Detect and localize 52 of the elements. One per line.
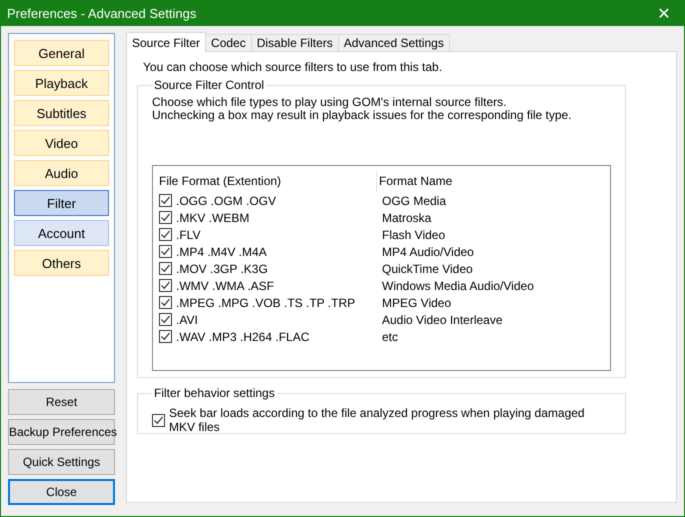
checkbox-label: Seek bar loads according to the file analyzed progress when playing damaged MKV files [169,406,586,434]
action-button[interactable]: Close [8,479,115,505]
checkbox[interactable] [159,211,172,224]
format-name-cell-text: Flash Video [381,228,446,242]
format-name-cell-text: Windows Media Audio/Video [381,278,534,292]
checkbox[interactable] [159,262,172,275]
description-text: Unchecking a box may result in playback issues for the corresponding file type. [152,109,573,122]
sidebar-item[interactable]: Subtitles [14,100,109,126]
intro-text: You can choose which source filters to use from this tab. [143,60,444,74]
format-cell: .FLV [176,228,200,242]
group-title: Filter behavior settings [153,386,276,400]
format-cell: .MKV .WEBM [176,210,250,224]
format-name-cell-text: OGG Media [381,194,446,208]
sidebar-item[interactable]: Playback [14,70,109,96]
group-title: Source Filter Control [153,78,266,92]
tab[interactable]: Source Filter [126,32,206,52]
column-header: File Format (Extention) [159,174,282,188]
format-name-cell-text: QuickTime Video [381,262,473,276]
action-button[interactable]: Quick Settings [8,449,115,475]
tab[interactable]: Advanced Settings [338,34,450,51]
checkbox[interactable] [159,279,172,292]
sidebar-item[interactable]: Video [14,130,109,156]
sidebar-item[interactable]: Account [14,220,109,246]
format-cell: .WAV .MP3 .H264 .FLAC [176,330,310,344]
sidebar-item[interactable]: Others [14,250,109,276]
format-name-cell-text: etc [381,330,398,344]
window-title: Preferences - Advanced Settings [7,6,196,20]
sidebar-item[interactable]: General [14,40,109,66]
format-cell: .OGG .OGM .OGV [176,194,276,208]
format-cell: .MOV .3GP .K3G [176,262,268,276]
close-button[interactable]: ✕ [644,0,684,26]
action-button[interactable]: Reset [8,389,115,415]
format-name-cell-text: MP4 Audio/Video [381,244,474,258]
action-button[interactable]: Backup Preferences [8,419,115,445]
checkbox[interactable] [159,194,172,207]
sidebar-item[interactable]: Filter [14,190,109,216]
format-cell: .WMV .WMA .ASF [176,278,274,292]
format-cell: .AVI [176,312,198,326]
description-text: Choose which file types to play using GOM's internal source filters. [152,96,508,109]
checkbox[interactable] [159,228,172,241]
column-header: Format Name [376,170,452,192]
checkbox[interactable] [152,414,165,426]
checkbox[interactable] [159,330,172,343]
format-cell: .MP4 .M4V .M4A [176,244,267,258]
format-cell: .MPEG .MPG .VOB .TS .TP .TRP [176,296,356,310]
format-name-cell-text: MPEG Video [381,296,452,310]
sidebar-item[interactable]: Audio [14,160,109,186]
checkbox[interactable] [159,313,172,326]
format-name-cell-text: Audio Video Interleave [381,312,503,326]
format-name-cell-text: Matroska [381,210,432,224]
checkbox[interactable] [159,296,172,309]
checkbox[interactable] [159,245,172,258]
